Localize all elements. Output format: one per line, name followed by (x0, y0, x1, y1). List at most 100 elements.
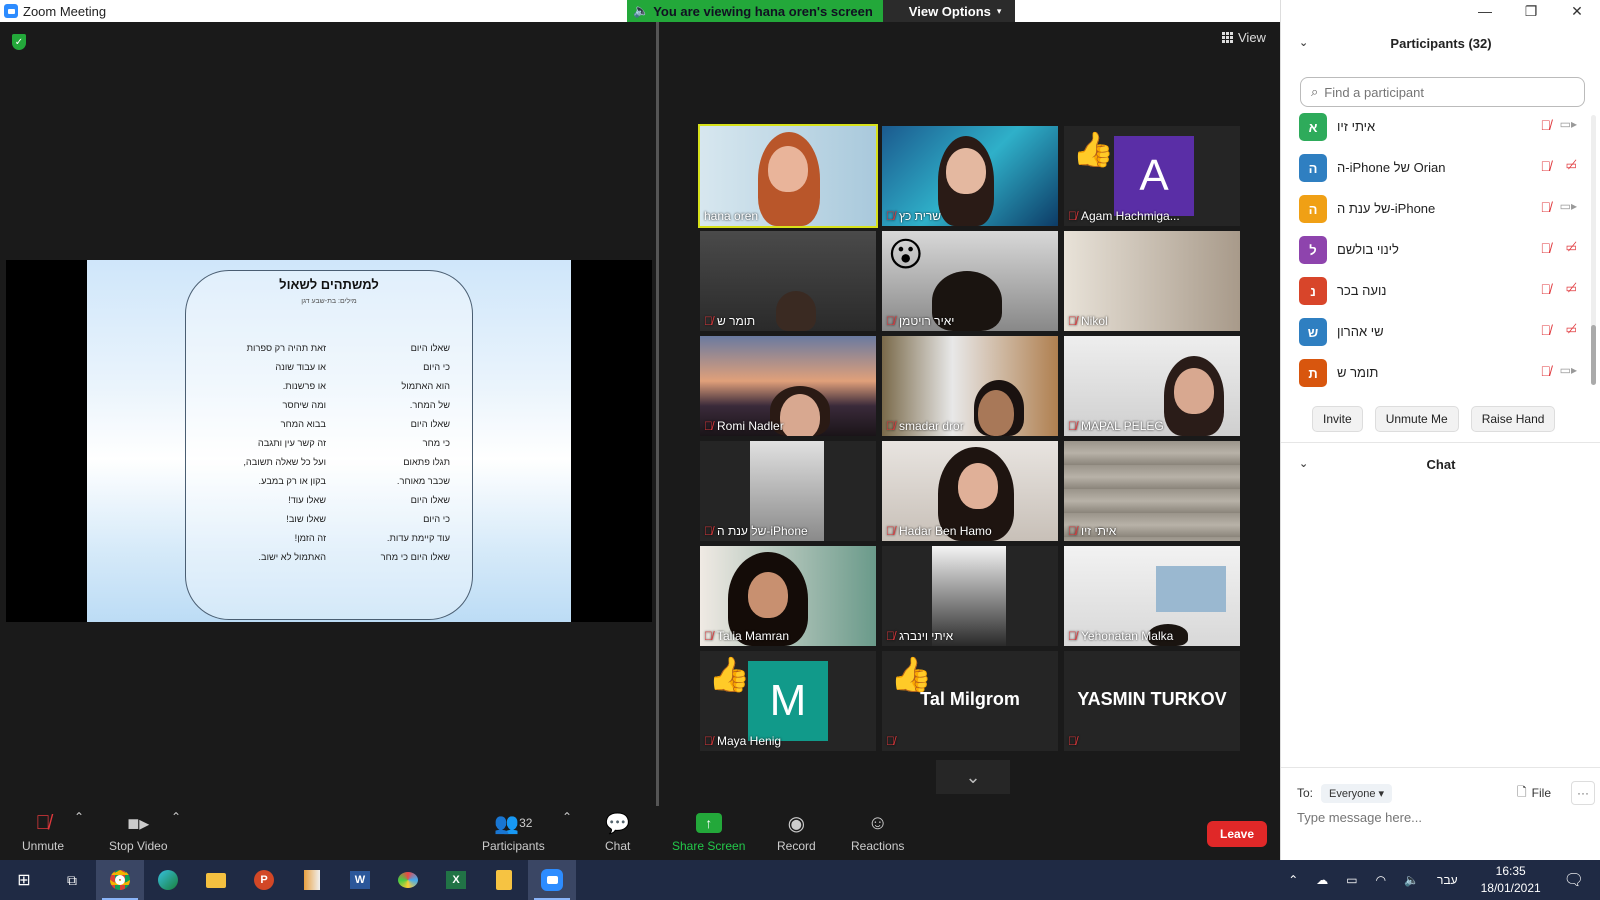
leave-button[interactable]: Leave (1207, 821, 1267, 847)
video-off-icon[interactable]: ▭̸ (1566, 240, 1577, 254)
video-camera-icon[interactable]: ▭▸ (1560, 199, 1577, 213)
video-tile[interactable]: 👍 Tal Milgrom 🎙̸ (882, 651, 1058, 751)
participant-row[interactable]: א איתי זיו 🎙̸ ▭▸ (1281, 107, 1591, 148)
shared-screen[interactable]: למשתהים לשאול מילים: בת-שבע דגן שאלו היו… (6, 260, 652, 622)
video-off-icon[interactable]: ▭̸ (1566, 158, 1577, 172)
search-input[interactable] (1324, 84, 1565, 100)
tile-name: 🎙̸ Talia Mamran (704, 629, 789, 643)
record-button[interactable]: ◉ Record (777, 810, 816, 854)
video-tile[interactable]: 🎙̸ איתי זיו (1064, 441, 1240, 541)
video-tile[interactable]: 👍 A 🎙̸ Agam Hachmiga... (1064, 126, 1240, 226)
file-button[interactable]: 🗋 File (1517, 783, 1551, 804)
encryption-shield-icon[interactable]: ✓ (12, 34, 26, 50)
unmute-button[interactable]: 🎙̸ Unmute (22, 810, 64, 854)
participant-name: נועה בכר (1337, 283, 1387, 298)
reactions-button[interactable]: ☺ Reactions (851, 810, 904, 854)
task-view-icon[interactable]: ⧉ (48, 860, 96, 900)
side-panel: — ❐ ✕ ⌄ Participants (32) ⌕ א איתי זיו 🎙̸ ▭… (1280, 0, 1600, 860)
video-tile[interactable]: 🎙̸ Yehonatan Malka (1064, 546, 1240, 646)
collapse-chevron-icon[interactable]: ⌄ (1299, 36, 1308, 49)
raise-hand-button[interactable]: Raise Hand (1470, 406, 1556, 432)
video-off-icon[interactable]: ▭̸ (1566, 281, 1577, 295)
participant-row[interactable]: ת תומר ש 🎙̸ ▭▸ (1281, 353, 1591, 394)
video-tile[interactable]: 🎙̸ smadar dror (882, 336, 1058, 436)
notebook-app-icon[interactable] (288, 860, 336, 900)
video-tile[interactable]: 🎙̸ של ענת ה-iPhone (700, 441, 876, 541)
split-divider[interactable] (656, 22, 659, 806)
mic-muted-icon[interactable]: 🎙̸ (1541, 281, 1552, 297)
tile-name: 🎙̸ Agam Hachmiga... (1068, 209, 1180, 223)
participant-row[interactable]: ש שי אהרון 🎙̸ ▭̸ (1281, 312, 1591, 353)
mic-muted-icon[interactable]: 🎙̸ (1541, 158, 1552, 174)
volume-icon[interactable]: 🔈 (1395, 873, 1428, 887)
invite-button[interactable]: Invite (1312, 406, 1363, 432)
next-page-button[interactable]: ⌄ (936, 760, 1010, 794)
sticky-notes-icon[interactable] (480, 860, 528, 900)
show-hidden-icons-icon[interactable]: ⌃ (1279, 873, 1307, 887)
video-tile[interactable]: 😮 🎙̸ יאיר רויטמן (882, 231, 1058, 331)
share-screen-button[interactable]: ↑ Share Screen (672, 810, 745, 853)
participant-search[interactable]: ⌕ (1300, 77, 1585, 107)
video-options-caret-icon[interactable]: ⌃ (171, 810, 181, 824)
mic-muted-icon[interactable]: 🎙̸ (1541, 363, 1552, 379)
chrome-app-icon[interactable] (96, 860, 144, 900)
video-camera-icon[interactable]: ▭▸ (1560, 363, 1577, 377)
mic-muted-icon[interactable]: 🎙̸ (1541, 240, 1552, 256)
file-explorer-icon[interactable] (192, 860, 240, 900)
mic-muted-icon[interactable]: 🎙̸ (1541, 322, 1552, 338)
recipient-select[interactable]: Everyone ▾ (1321, 783, 1393, 803)
powerpoint-app-icon[interactable]: P (240, 860, 288, 900)
video-off-icon[interactable]: ▭̸ (1566, 322, 1577, 336)
input-language[interactable]: עבר (1428, 873, 1467, 887)
participant-row[interactable]: נ נועה בכר 🎙̸ ▭̸ (1281, 271, 1591, 312)
minimize-icon[interactable]: — (1462, 0, 1508, 22)
participant-row[interactable]: ה של ענת ה-iPhone 🎙̸ ▭▸ (1281, 189, 1591, 230)
video-tile[interactable]: 🎙̸ Talia Mamran (700, 546, 876, 646)
video-tile[interactable]: 🎙̸ שרית כץ (882, 126, 1058, 226)
cloud-icon[interactable]: ☁ (1307, 873, 1337, 887)
stop-video-button[interactable]: ■▸ Stop Video (109, 810, 168, 854)
video-tile[interactable]: 🎙̸ MAPAL PELEG (1064, 336, 1240, 436)
excel-app-icon[interactable]: X (432, 860, 480, 900)
audio-options-caret-icon[interactable]: ⌃ (74, 810, 84, 824)
taskbar-clock[interactable]: 16:35 18/01/2021 (1467, 863, 1555, 897)
video-tile[interactable]: hana oren (698, 124, 878, 228)
word-app-icon[interactable]: W (336, 860, 384, 900)
restore-icon[interactable]: ❐ (1508, 0, 1554, 22)
avatar: A (1114, 136, 1194, 216)
video-tile[interactable]: 👍 M 🎙̸ Maya Henig (700, 651, 876, 751)
recipient-value: Everyone (1329, 787, 1376, 800)
mic-muted-icon[interactable]: 🎙̸ (1541, 117, 1552, 133)
edge-app-icon[interactable] (144, 860, 192, 900)
participants-button[interactable]: 👥 32 Participants (482, 810, 545, 854)
video-tile[interactable]: 🎙̸ Romi Nadler (700, 336, 876, 436)
video-tile[interactable]: YASMIN TURKOV 🎙̸ (1064, 651, 1240, 751)
view-button[interactable]: View (1222, 30, 1266, 45)
paint-app-icon[interactable] (384, 860, 432, 900)
zoom-app-icon[interactable] (528, 860, 576, 900)
video-tile[interactable]: 🎙̸ Hadar Ben Hamo (882, 441, 1058, 541)
participant-list: א איתי זיו 🎙̸ ▭▸ ה ה-iPhone של Orian 🎙̸ ▭̸ ה של ע… (1281, 107, 1591, 394)
unmute-me-button[interactable]: Unmute Me (1374, 406, 1459, 432)
chat-button[interactable]: 💬 Chat (605, 810, 630, 854)
mic-off-icon: 🎙̸ (886, 314, 895, 328)
more-options-icon[interactable]: ··· (1571, 781, 1595, 805)
poem-line: שכבר מאוחר. בקון או רק במבע. (186, 476, 472, 495)
notifications-icon[interactable]: 🗨 (1555, 870, 1600, 890)
windows-start-icon[interactable]: ⊞ (0, 860, 48, 900)
mic-muted-icon[interactable]: 🎙̸ (1541, 199, 1552, 215)
participant-scrollbar[interactable] (1591, 115, 1596, 385)
view-options-button[interactable]: View Options ▾ (882, 0, 1016, 22)
battery-icon[interactable]: ▭ (1337, 873, 1366, 887)
collapse-chevron-icon[interactable]: ⌄ (1299, 457, 1308, 470)
video-tile[interactable]: 🎙̸ תומר ש (700, 231, 876, 331)
video-camera-icon[interactable]: ▭▸ (1560, 117, 1577, 131)
participant-row[interactable]: ה ה-iPhone של Orian 🎙̸ ▭̸ (1281, 148, 1591, 189)
chat-message-input[interactable] (1297, 810, 1577, 825)
wifi-icon[interactable]: ◠ (1367, 873, 1395, 887)
close-icon[interactable]: ✕ (1554, 0, 1600, 22)
participant-row[interactable]: ל לינוי בולשם 🎙̸ ▭̸ (1281, 230, 1591, 271)
video-tile[interactable]: 🎙̸ Nikol (1064, 231, 1240, 331)
participants-caret-icon[interactable]: ⌃ (562, 810, 572, 824)
video-tile[interactable]: 🎙̸ איתי וינברג (882, 546, 1058, 646)
